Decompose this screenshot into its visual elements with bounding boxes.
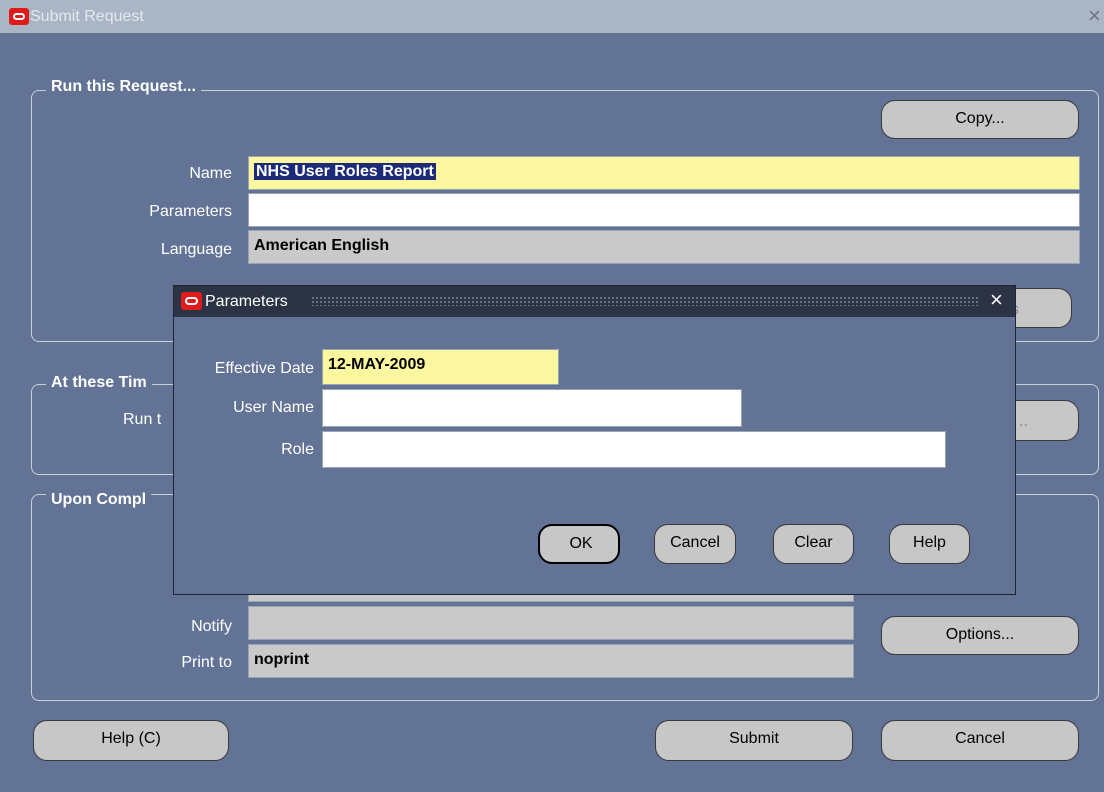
submit-button-label: Submit bbox=[729, 730, 779, 747]
options-button-label: Options... bbox=[945, 626, 1015, 643]
submit-button[interactable]: Submit bbox=[655, 720, 853, 761]
close-icon[interactable]: × bbox=[990, 289, 1003, 311]
name-label: Name bbox=[189, 165, 232, 182]
schedule-button-label: .. bbox=[1019, 413, 1028, 430]
dialog-cancel-button[interactable]: Cancel bbox=[654, 524, 736, 564]
completion-title: Upon Compl bbox=[46, 491, 152, 509]
language-value: American English bbox=[254, 237, 390, 254]
parameters-title: Parameters bbox=[205, 293, 288, 310]
language-field[interactable]: American English bbox=[248, 230, 1080, 264]
parameters-dialog: Parameters × Effective Date 12-MAY-2009 … bbox=[173, 285, 1016, 595]
options-button[interactable]: Options... bbox=[881, 616, 1079, 655]
copy-button-label: Copy... bbox=[955, 110, 1005, 127]
print-to-label: Print to bbox=[181, 654, 232, 671]
parameters-titlebar: Parameters × bbox=[174, 286, 1015, 317]
clear-button[interactable]: Clear bbox=[773, 524, 854, 564]
ok-button[interactable]: OK bbox=[538, 524, 620, 564]
titlebar-pattern bbox=[311, 296, 979, 306]
help-button[interactable]: Help (C) bbox=[33, 720, 229, 761]
notify-field[interactable] bbox=[248, 606, 854, 640]
schedule-title: At these Tim bbox=[46, 374, 152, 392]
role-field[interactable] bbox=[322, 431, 946, 468]
submit-request-window: Submit Request × Run this Request... Cop… bbox=[0, 0, 1104, 792]
copy-button[interactable]: Copy... bbox=[881, 100, 1079, 139]
window-titlebar: Submit Request × bbox=[0, 0, 1104, 33]
effective-date-field[interactable]: 12-MAY-2009 bbox=[322, 349, 559, 385]
run-the-job-label: Run t bbox=[123, 411, 162, 428]
window-title: Submit Request bbox=[30, 8, 144, 25]
help-button-label: Help (C) bbox=[101, 730, 161, 747]
name-value: NHS User Roles Report bbox=[254, 163, 436, 180]
role-label: Role bbox=[281, 441, 314, 458]
effective-date-label: Effective Date bbox=[214, 360, 314, 377]
run-request-title: Run this Request... bbox=[46, 78, 201, 96]
dialog-help-button[interactable]: Help bbox=[889, 524, 970, 564]
cancel-button-label: Cancel bbox=[955, 730, 1005, 747]
ok-button-label: OK bbox=[569, 535, 593, 552]
cancel-button[interactable]: Cancel bbox=[881, 720, 1079, 761]
print-to-value: noprint bbox=[254, 651, 310, 668]
effective-date-value: 12-MAY-2009 bbox=[328, 356, 426, 373]
oracle-logo-icon bbox=[181, 292, 202, 310]
user-name-field[interactable] bbox=[322, 389, 742, 427]
user-name-label: User Name bbox=[233, 399, 314, 416]
parameters-label: Parameters bbox=[149, 203, 232, 220]
parameters-field[interactable] bbox=[248, 193, 1080, 227]
oracle-logo-icon bbox=[9, 8, 29, 25]
print-to-field[interactable]: noprint bbox=[248, 644, 854, 678]
dialog-help-button-label: Help bbox=[913, 534, 946, 551]
clear-button-label: Clear bbox=[794, 534, 833, 551]
close-icon[interactable]: × bbox=[1088, 5, 1101, 27]
dialog-cancel-button-label: Cancel bbox=[670, 534, 720, 551]
name-field[interactable]: NHS User Roles Report bbox=[248, 156, 1080, 190]
notify-label: Notify bbox=[191, 618, 232, 635]
language-label: Language bbox=[160, 241, 232, 258]
